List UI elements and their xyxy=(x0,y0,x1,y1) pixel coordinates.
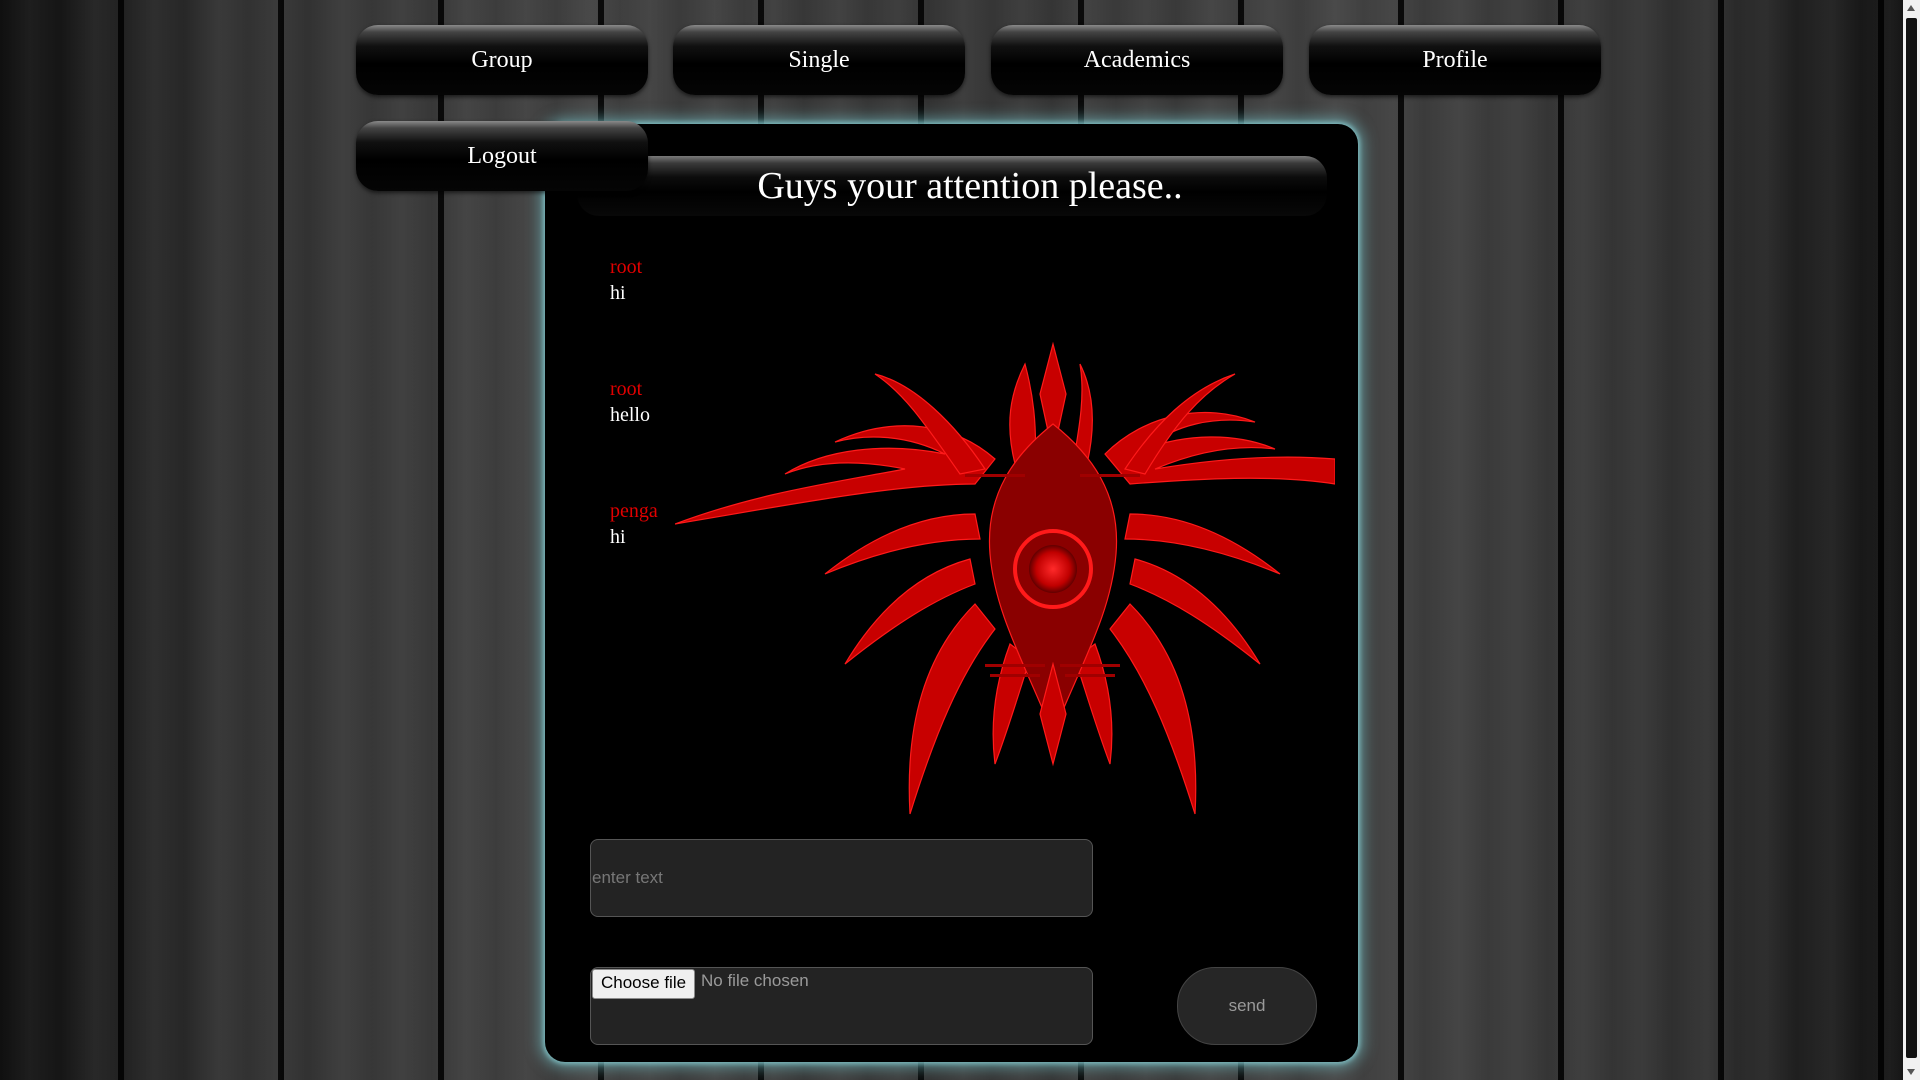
message-item: root hello xyxy=(610,376,910,428)
nav-logout-button[interactable]: Logout xyxy=(356,121,648,191)
nav-profile-button[interactable]: Profile xyxy=(1309,25,1601,95)
message-item: penga hi xyxy=(610,498,910,550)
scroll-down-icon[interactable] xyxy=(1907,1069,1915,1075)
file-status-label: No file chosen xyxy=(701,971,809,990)
message-text: hello xyxy=(610,404,650,426)
choose-file-button[interactable]: Choose file xyxy=(592,969,696,999)
nav-group-button[interactable]: Group xyxy=(356,25,648,95)
message-text-input[interactable] xyxy=(590,839,1093,917)
send-button[interactable]: send xyxy=(1177,967,1317,1045)
message-text: hi xyxy=(610,282,626,304)
chat-banner: Guys your attention please.. xyxy=(577,156,1327,216)
message-list: root hi root hello penga hi xyxy=(610,254,910,620)
nav-academics-button[interactable]: Academics xyxy=(991,25,1283,95)
message-item: root hi xyxy=(610,254,910,306)
page-scrollbar[interactable] xyxy=(1903,0,1920,1080)
chat-panel: Guys your attention please.. root hi roo… xyxy=(545,124,1358,1062)
nav-single-button[interactable]: Single xyxy=(673,25,965,95)
message-text: hi xyxy=(610,526,626,548)
file-upload-field[interactable]: Choose file No file chosen xyxy=(590,967,1093,1045)
message-author: root xyxy=(610,256,643,278)
scroll-up-icon[interactable] xyxy=(1907,5,1915,11)
message-author: penga xyxy=(610,500,658,522)
scrollbar-thumb[interactable] xyxy=(1906,18,1917,1058)
message-author: root xyxy=(610,378,643,400)
